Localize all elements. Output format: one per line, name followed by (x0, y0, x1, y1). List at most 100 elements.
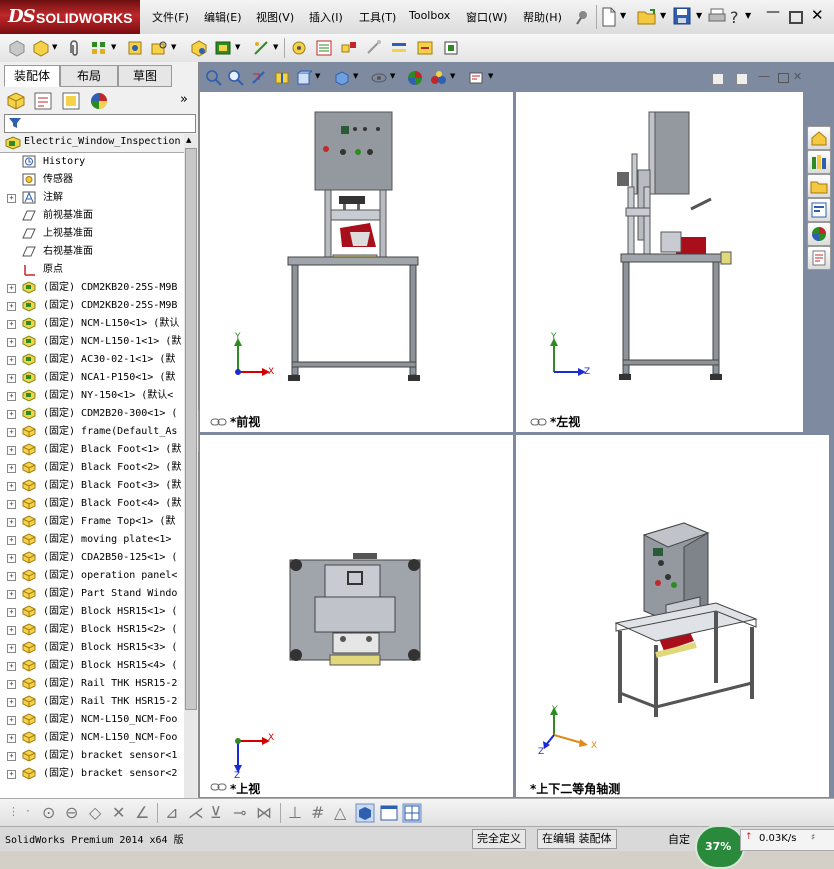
tree-item[interactable]: + (固定) Block HSR15<2> ( (0, 621, 184, 639)
paperclip-icon[interactable] (66, 39, 84, 57)
tree-item[interactable]: 传感器 (0, 171, 184, 189)
pattern-dropdown-icon[interactable]: ▼ (111, 43, 116, 51)
menu-file[interactable]: 文件(F) (152, 9, 189, 25)
point-icon[interactable]: · (26, 804, 30, 818)
tree-item[interactable]: + (固定) Frame Top<1> (默 (0, 513, 184, 531)
expand-icon[interactable]: + (7, 464, 16, 473)
cpu-usage-badge[interactable]: 37% (695, 825, 745, 869)
linear-pattern-icon[interactable] (90, 39, 108, 57)
tree-item[interactable]: + (固定) NCM-L150_NCM-Foo (0, 729, 184, 747)
expand-icon[interactable]: + (7, 482, 16, 491)
scene-dropdown-icon[interactable]: ▼ (450, 72, 455, 80)
view-link-icon-front[interactable] (210, 417, 228, 427)
expand-icon[interactable]: + (7, 716, 16, 725)
tree-item[interactable]: + (固定) Part Stand Windo (0, 585, 184, 603)
show-hidden-icon[interactable] (190, 39, 208, 57)
expand-icon[interactable]: + (7, 410, 16, 419)
tree-item[interactable]: 前视基准面 (0, 207, 184, 225)
expand-icon[interactable]: + (7, 194, 16, 203)
tree-item[interactable]: 上视基准面 (0, 225, 184, 243)
angle-snap-icon[interactable]: △ (334, 803, 346, 822)
tree-item[interactable]: History (0, 153, 184, 171)
minimize-icon[interactable]: — (766, 4, 780, 20)
single-view-icon[interactable] (379, 803, 399, 823)
tree-item[interactable]: + (固定) NCM-L150_NCM-Foo (0, 711, 184, 729)
expand-icon[interactable]: + (7, 356, 16, 365)
pin-icon[interactable] (574, 8, 592, 26)
menu-insert[interactable]: 插入(I) (309, 9, 343, 25)
expand-icon[interactable]: + (7, 500, 16, 509)
relations-icon[interactable]: ⋈ (256, 803, 272, 822)
expand-icon[interactable]: + (7, 374, 16, 383)
viewport-restore-icon[interactable] (778, 73, 789, 83)
menu-toolbox[interactable]: Toolbox (409, 9, 450, 22)
open-folder-icon[interactable] (637, 7, 657, 27)
tree-item[interactable]: + (固定) Black Foot<3> (默 (0, 477, 184, 495)
reference-dropdown-icon[interactable]: ▼ (273, 43, 278, 51)
tree-item[interactable]: + (固定) Black Foot<1> (默 (0, 441, 184, 459)
viewport-close-icon[interactable]: ✕ (793, 70, 802, 83)
grid-icon[interactable]: ⊥ (288, 803, 302, 822)
exploded-view-icon[interactable] (340, 39, 358, 57)
menu-tools[interactable]: 工具(T) (359, 9, 396, 25)
viewport-top[interactable]: X Z *上视 (200, 435, 513, 797)
tree-item[interactable]: + (固定) Block HSR15<3> ( (0, 639, 184, 657)
view-orientation-icon[interactable] (296, 70, 312, 86)
mirror-icon[interactable]: ⊿ (165, 803, 178, 822)
expand-icon[interactable]: + (7, 608, 16, 617)
tab-layout[interactable]: 布局 (60, 65, 118, 87)
taskpane-view-palette-icon[interactable] (807, 198, 831, 222)
expand-icon[interactable]: + (7, 572, 16, 581)
help-icon[interactable]: ? (730, 8, 739, 27)
expand-icon[interactable]: + (7, 752, 16, 761)
expand-icon[interactable]: + (7, 734, 16, 743)
tree-item[interactable]: + (固定) NCM-L150<1> (默认 (0, 315, 184, 333)
taskpane-resources-icon[interactable] (807, 126, 831, 150)
view-link-icon-top[interactable] (210, 782, 228, 792)
menu-help[interactable]: 帮助(H) (523, 9, 562, 25)
tree-item[interactable]: + (固定) NCM-L150-1<1> (默 (0, 333, 184, 351)
edit-appearance-icon[interactable] (407, 70, 423, 86)
apply-scene-icon[interactable] (430, 70, 448, 86)
view-settings-dropdown-icon[interactable]: ▼ (488, 72, 493, 80)
expand-icon[interactable]: + (7, 770, 16, 779)
taskpane-custom-properties-icon[interactable] (807, 246, 831, 270)
tree-item[interactable]: + (固定) NY-150<1> (默认< (0, 387, 184, 405)
tree-item[interactable]: + (固定) bracket sensor<2 (0, 765, 184, 783)
snap-grid-icon[interactable]: # (311, 803, 324, 822)
display-manager-icon[interactable] (89, 91, 109, 111)
move-component-icon[interactable] (150, 39, 168, 57)
clearance-verification-icon[interactable] (416, 39, 434, 57)
new-dropdown-icon[interactable]: ▼ (620, 11, 626, 20)
insert-component-icon[interactable] (8, 39, 26, 57)
new-document-icon[interactable] (601, 7, 617, 27)
save-dropdown-icon[interactable]: ▼ (696, 11, 702, 20)
display-style-dropdown-icon[interactable]: ▼ (353, 72, 358, 80)
status-custom[interactable]: 自定 (668, 831, 690, 847)
section-view-icon[interactable] (274, 70, 290, 86)
viewport-front[interactable]: Y X *前视 (200, 92, 513, 432)
feature-manager-icon[interactable] (6, 91, 26, 111)
tree-item[interactable]: + (固定) bracket sensor<1 (0, 747, 184, 765)
view-settings-icon[interactable] (468, 70, 484, 86)
viewport-minimize-icon[interactable]: — (758, 69, 770, 83)
taskpane-appearances-icon[interactable] (807, 222, 831, 246)
tree-item[interactable]: + (固定) Black Foot<2> (默 (0, 459, 184, 477)
expand-icon[interactable]: + (7, 626, 16, 635)
close-icon[interactable]: ✕ (811, 6, 824, 24)
tab-sketch[interactable]: 草图 (118, 65, 172, 87)
new-motion-study-icon[interactable] (290, 39, 308, 57)
tree-item[interactable]: + (固定) CDM2B20-300<1> ( (0, 405, 184, 423)
expand-icon[interactable]: + (7, 284, 16, 293)
tree-item[interactable]: + (固定) frame(Default_As (0, 423, 184, 441)
tree-item[interactable]: + (固定) NCA1-P150<1> (默 (0, 369, 184, 387)
save-icon[interactable] (673, 7, 691, 25)
offset-icon[interactable]: ⋌ (188, 803, 204, 822)
center-point-icon[interactable]: ⊖ (65, 803, 78, 822)
tree-item[interactable]: + (固定) Rail THK HSR15-2 (0, 675, 184, 693)
viewport-left[interactable]: Y Z *左视 (516, 92, 803, 432)
tree-item[interactable]: + (固定) Rail THK HSR15-2 (0, 693, 184, 711)
tree-item[interactable]: + (固定) CDA2B50-125<1> ( (0, 549, 184, 567)
expand-icon[interactable]: + (7, 320, 16, 329)
bill-of-materials-icon[interactable] (315, 39, 333, 57)
